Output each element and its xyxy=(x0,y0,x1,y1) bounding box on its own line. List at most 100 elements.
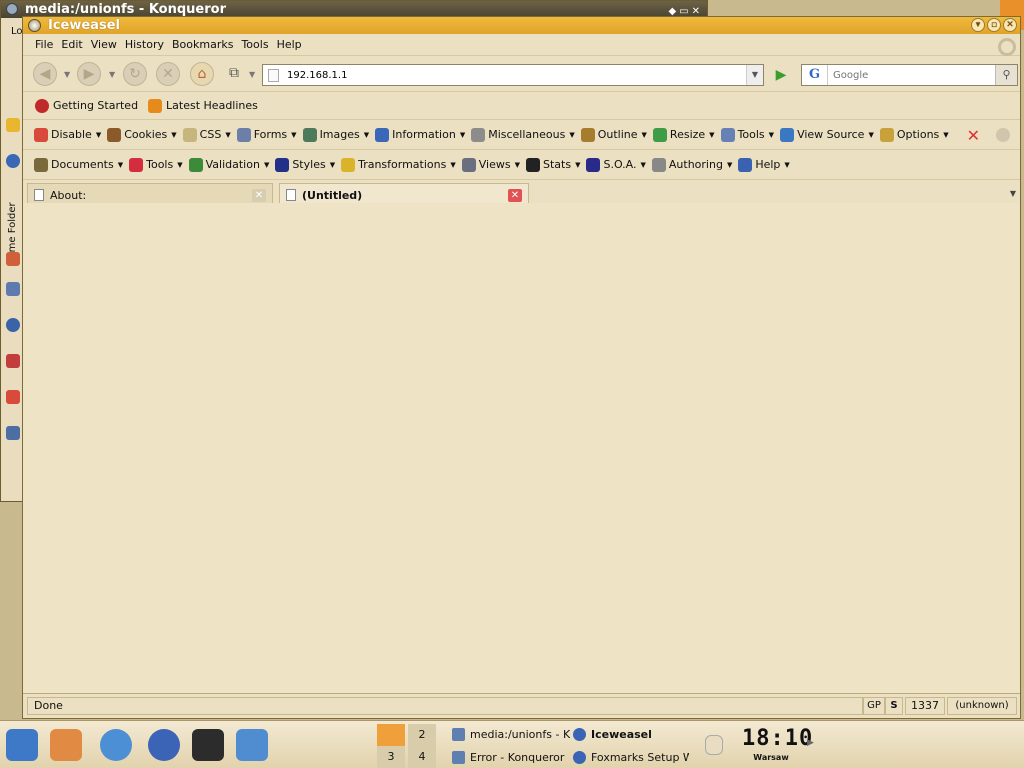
webdev-documents-menu[interactable]: Documents ▼ xyxy=(34,157,123,172)
search-input[interactable] xyxy=(828,69,978,81)
tab-favicon-icon xyxy=(34,189,44,201)
iceweasel-launcher-icon[interactable] xyxy=(148,729,180,761)
services-icon[interactable] xyxy=(6,390,20,404)
dropdown-arrow-icon: ▼ xyxy=(363,130,370,139)
bookmarks-star-icon[interactable] xyxy=(6,118,20,132)
bookmark-latest-headlines[interactable]: Latest Headlines xyxy=(148,98,258,113)
media-icon[interactable] xyxy=(6,282,20,296)
menu-file[interactable]: File xyxy=(35,38,61,51)
url-input[interactable] xyxy=(287,69,727,81)
webdev-information-menu[interactable]: Information ▼ xyxy=(375,127,465,142)
terminal-launcher-icon[interactable] xyxy=(192,729,224,761)
webdev-label: Views xyxy=(478,158,511,171)
minimize-button[interactable]: ▾ xyxy=(971,18,985,32)
reload-button[interactable]: ↻ xyxy=(123,62,147,86)
webdev-images-menu[interactable]: Images ▼ xyxy=(302,127,370,142)
task-foxmarks-setup[interactable]: Foxmarks Setup Wi xyxy=(573,746,689,768)
task-konqueror-unionfs[interactable]: media:/unionfs - Ko xyxy=(452,723,570,745)
pager-desktop-3[interactable]: 3 xyxy=(377,746,405,768)
pager-desktop-1[interactable]: 1 xyxy=(377,724,405,746)
back-history-dropdown[interactable]: ▼ xyxy=(64,70,70,79)
menu-view[interactable]: View xyxy=(91,38,125,51)
menu-history[interactable]: History xyxy=(125,38,172,51)
webdev-disable-menu[interactable]: Disable ▼ xyxy=(34,127,101,142)
webdev-tools-menu[interactable]: Tools ▼ xyxy=(129,157,183,172)
webdev-label: Information xyxy=(392,128,456,141)
webdev-help-menu[interactable]: Help ▼ xyxy=(738,157,790,172)
tab-close-icon[interactable]: ✕ xyxy=(252,189,266,202)
iceweasel-titlebar[interactable]: Iceweasel ▾ ▫ ✕ xyxy=(23,17,1020,34)
status-s-icon[interactable]: S xyxy=(885,697,903,715)
devices-icon[interactable] xyxy=(6,426,20,440)
folder-icon[interactable] xyxy=(6,354,20,368)
editor-launcher-icon[interactable] xyxy=(236,729,268,761)
klipper-icon[interactable] xyxy=(705,735,723,755)
webdev-tools-menu[interactable]: Tools ▼ xyxy=(720,127,774,142)
webdev-label: Styles xyxy=(292,158,326,171)
tab-list-dropdown[interactable]: ▼ xyxy=(1010,189,1016,198)
close-toolbar-icon[interactable]: ✕ xyxy=(967,126,980,145)
network-icon[interactable] xyxy=(6,318,20,332)
search-engine-google-icon[interactable]: G xyxy=(802,65,828,85)
taskbar-arrow-icon[interactable]: ▶ xyxy=(807,738,814,748)
webdev-label: Resize xyxy=(669,128,706,141)
iceweasel-icon[interactable] xyxy=(28,19,41,32)
back-button[interactable]: ◀ xyxy=(33,62,57,86)
webdev-views-menu[interactable]: Views ▼ xyxy=(461,157,520,172)
forward-history-dropdown[interactable]: ▼ xyxy=(109,70,115,79)
webdev-s-o-a-menu[interactable]: S.O.A. ▼ xyxy=(586,157,646,172)
webdev-label: Transformations xyxy=(358,158,447,171)
history-icon[interactable] xyxy=(6,154,20,168)
webdev-resize-menu[interactable]: Resize ▼ xyxy=(652,127,715,142)
pager-desktop-2[interactable]: 2 xyxy=(408,724,436,746)
webdev-transformations-menu[interactable]: Transformations ▼ xyxy=(341,157,456,172)
tab-mix-icon[interactable]: ⧉ xyxy=(222,62,246,86)
task-iceweasel[interactable]: Iceweasel xyxy=(573,723,693,745)
search-bar[interactable]: G ⚲ xyxy=(801,64,1018,86)
page-content[interactable] xyxy=(23,203,1020,693)
bookmark-label: Getting Started xyxy=(53,99,139,112)
information-icon xyxy=(375,127,390,142)
webdev-outline-menu[interactable]: Outline ▼ xyxy=(580,127,647,142)
close-button[interactable]: ✕ xyxy=(1003,18,1017,32)
iceweasel-window[interactable]: Iceweasel ▾ ▫ ✕ File Edit View History B… xyxy=(22,16,1021,719)
webdev-stats-menu[interactable]: Stats ▼ xyxy=(525,157,580,172)
url-bar[interactable]: ▼ xyxy=(262,64,764,86)
konqueror-launcher-icon[interactable] xyxy=(100,729,132,761)
webdev-authoring-menu[interactable]: Authoring ▼ xyxy=(651,157,732,172)
home-launcher-icon[interactable] xyxy=(50,729,82,761)
webdev-view-source-menu[interactable]: View Source ▼ xyxy=(780,127,874,142)
options-icon xyxy=(879,127,894,142)
menu-edit[interactable]: Edit xyxy=(61,38,90,51)
forward-button[interactable]: ▶ xyxy=(77,62,101,86)
home-button[interactable]: ⌂ xyxy=(190,62,214,86)
home-icon[interactable] xyxy=(6,252,20,266)
webdev-label: Authoring xyxy=(668,158,723,171)
maximize-button[interactable]: ▫ xyxy=(987,18,1001,32)
clock[interactable]: 18:10 Warsaw xyxy=(742,725,812,762)
search-icon[interactable]: ⚲ xyxy=(995,65,1017,85)
webdev-miscellaneous-menu[interactable]: Miscellaneous ▼ xyxy=(471,127,575,142)
task-error-konqueror[interactable]: Error - Konqueror xyxy=(452,746,570,768)
webdev-forms-menu[interactable]: Forms ▼ xyxy=(236,127,297,142)
webdev-css-menu[interactable]: CSS ▼ xyxy=(182,127,231,142)
webdev-styles-menu[interactable]: Styles ▼ xyxy=(275,157,335,172)
kde-menu-icon[interactable] xyxy=(6,729,38,761)
iceweasel-task-icon xyxy=(573,727,586,741)
pager-desktop-4[interactable]: 4 xyxy=(408,746,436,768)
tab-mix-dropdown[interactable]: ▼ xyxy=(249,70,255,79)
webdev-label: Images xyxy=(319,128,360,141)
webdev-options-menu[interactable]: Options ▼ xyxy=(879,127,949,142)
konqueror-title: media:/unionfs - Konqueror xyxy=(25,2,226,17)
menu-tools[interactable]: Tools xyxy=(241,38,276,51)
url-history-dropdown[interactable]: ▼ xyxy=(746,65,763,85)
menu-help[interactable]: Help xyxy=(277,38,310,51)
tab-close-icon[interactable]: ✕ xyxy=(508,189,522,202)
webdev-validation-menu[interactable]: Validation ▼ xyxy=(188,157,269,172)
webdev-cookies-menu[interactable]: Cookies ▼ xyxy=(107,127,177,142)
menu-bookmarks[interactable]: Bookmarks xyxy=(172,38,241,51)
go-button[interactable]: ▶ xyxy=(771,66,791,84)
bookmark-getting-started[interactable]: Getting Started xyxy=(35,98,139,113)
stop-button[interactable]: ✕ xyxy=(156,62,180,86)
status-gp[interactable]: GP xyxy=(863,697,885,715)
